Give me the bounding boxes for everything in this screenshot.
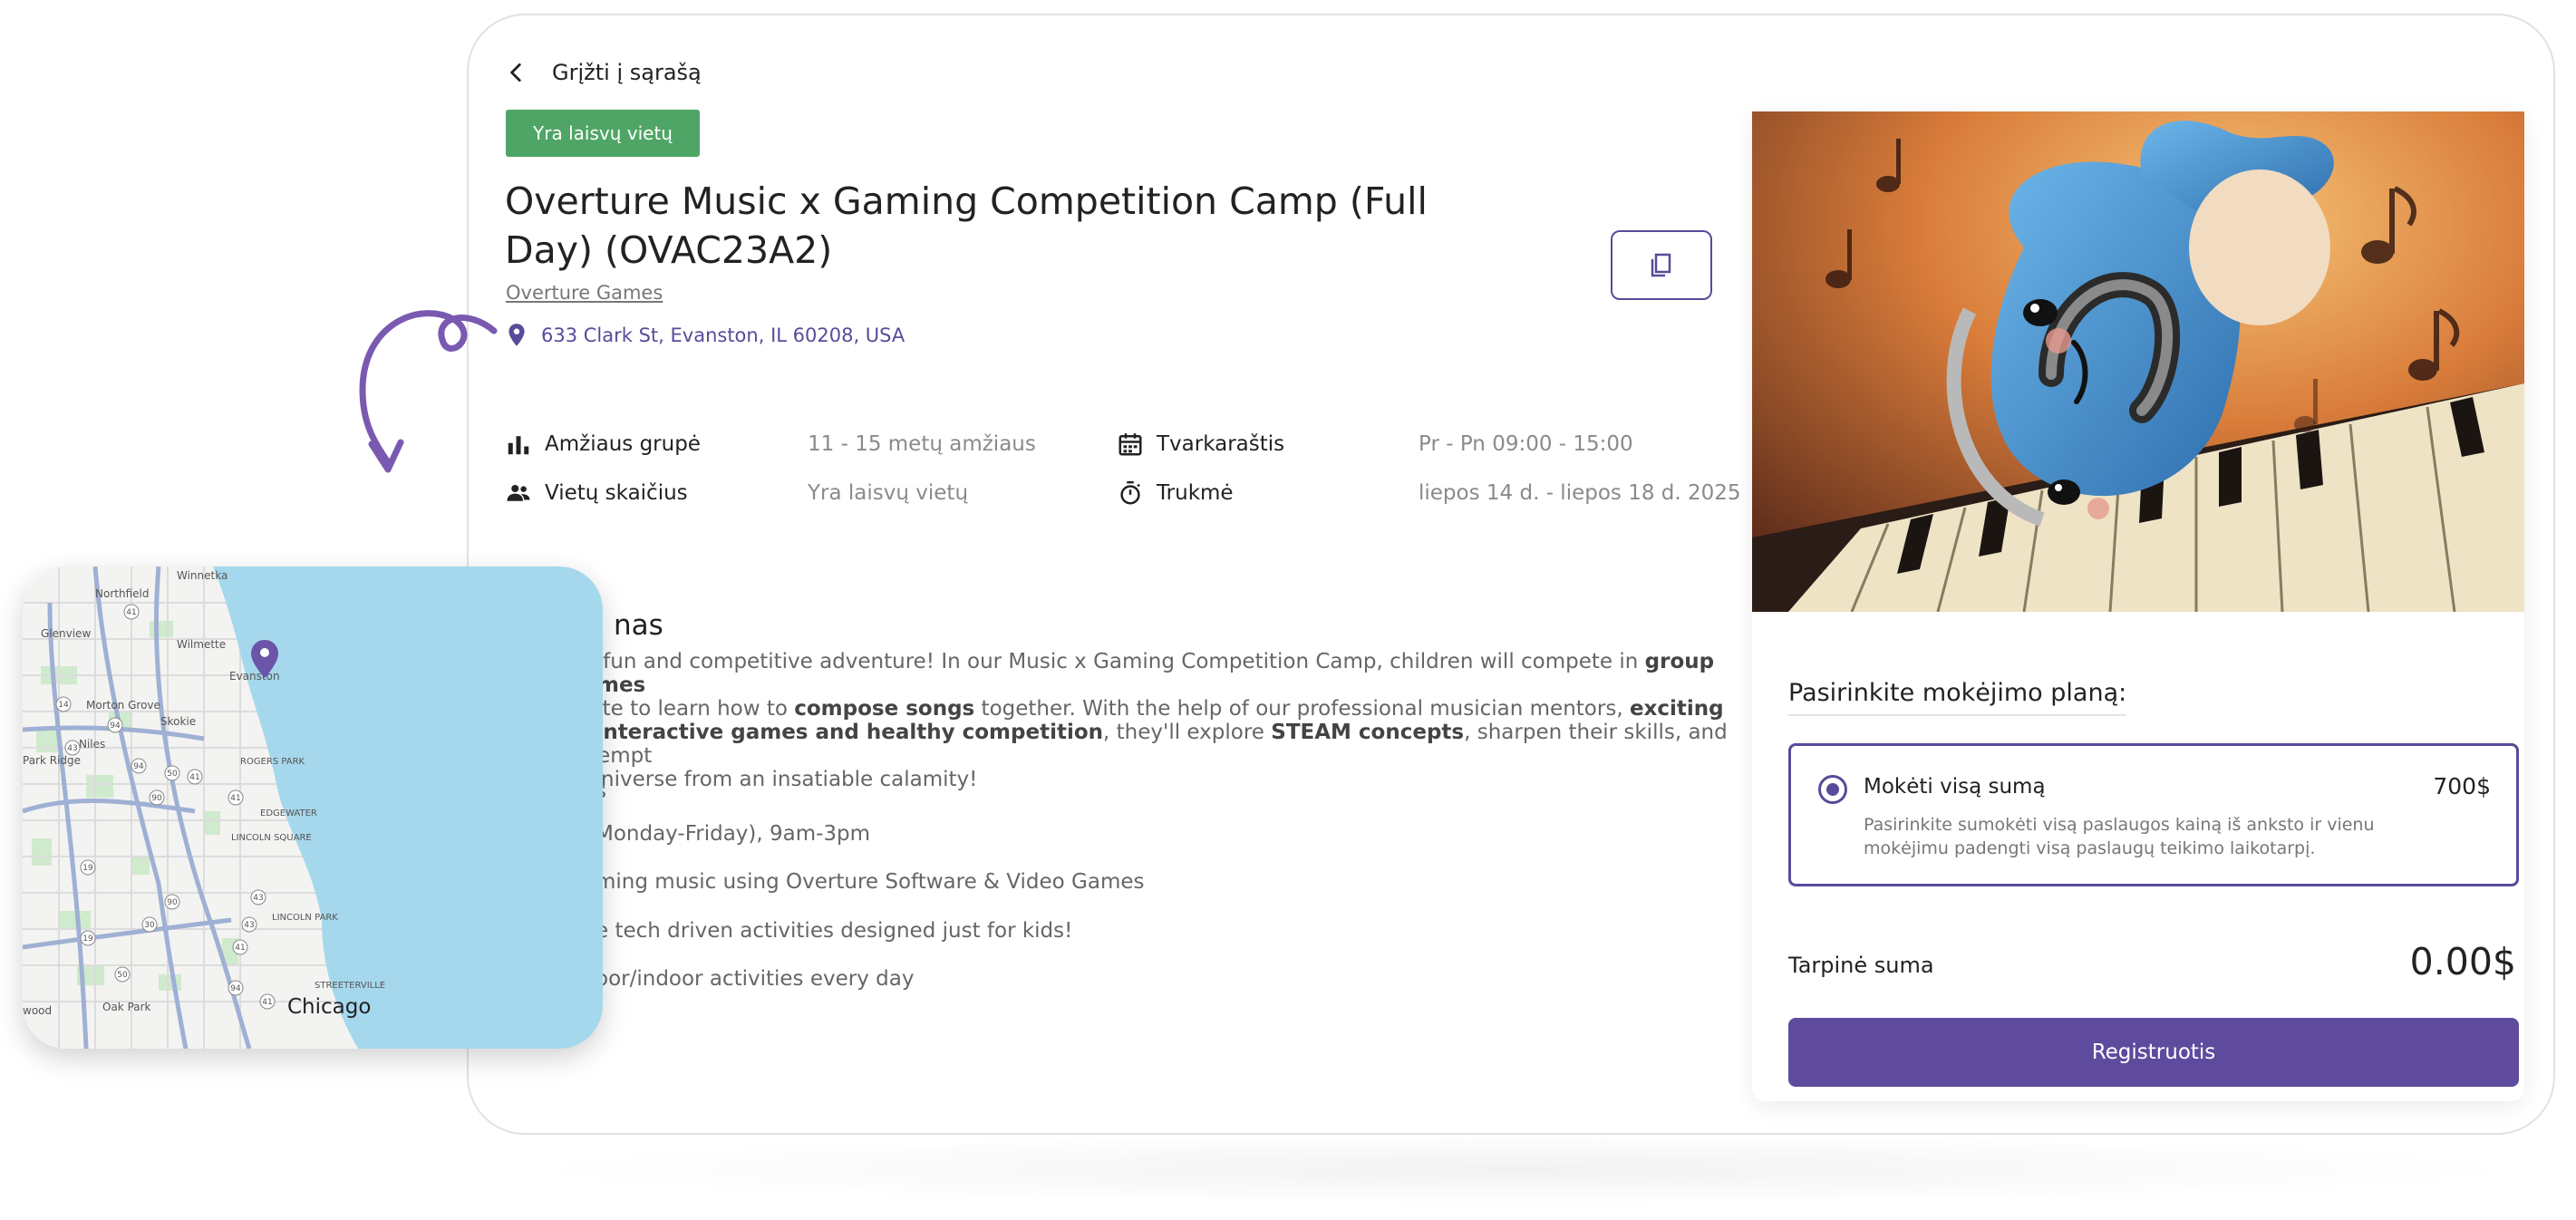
list-item: oor/indoor activities every day: [596, 967, 915, 991]
svg-text:90: 90: [151, 794, 162, 803]
svg-text:30: 30: [144, 921, 155, 930]
seats-label: Vietų skaičius: [505, 479, 688, 507]
curved-arrow-icon: [359, 310, 498, 473]
svg-text:50: 50: [167, 770, 178, 779]
activity-card: Grįžti į sąrašą Yra laisvų vietų Overtur…: [467, 14, 2555, 1135]
location-pin-icon: [508, 324, 525, 346]
map-label: Niles: [79, 738, 105, 750]
duration-value: liepos 14 d. - liepos 18 d. 2025: [1419, 481, 1741, 505]
map-label: STREETERVILLE: [315, 981, 385, 991]
mascot-piano-illustration: [1752, 111, 2524, 612]
desc-line-2: orate to learn how to compose songs toge…: [568, 697, 1724, 721]
map-label: LINCOLN PARK: [272, 913, 338, 923]
bar-chart-icon: [508, 436, 529, 455]
copy-icon: [1651, 253, 1671, 276]
subtotal-label: Tarpinė suma: [1788, 953, 1934, 978]
desc-line-3: s, interactive games and healthy competi…: [568, 721, 1728, 768]
payment-option-description: Pasirinkite sumokėti visą paslaugos kain…: [1864, 815, 2375, 858]
age-group-label: Amžiaus grupė: [505, 431, 701, 458]
map-label: Glenview: [41, 627, 91, 640]
svg-text:43: 43: [253, 894, 263, 903]
back-link[interactable]: Grįžti į sąrašą: [505, 44, 702, 101]
duration-label-text: Trukmė: [1157, 481, 1234, 505]
seats-label-text: Vietų skaičius: [545, 481, 688, 505]
age-label-text: Amžiaus grupė: [545, 432, 701, 456]
svg-text:94: 94: [133, 762, 144, 771]
list-item: Monday-Friday), 9am-3pm: [596, 822, 871, 846]
location-address: 633 Clark St, Evanston, IL 60208, USA: [541, 324, 905, 346]
map-label: Morton Grove: [86, 699, 160, 712]
camp-hero-image: [1752, 111, 2524, 612]
schedule-label: Tvarkaraštis: [1117, 431, 1284, 458]
stopwatch-icon: [1120, 480, 1140, 505]
map-label: LINCOLN SQUARE: [231, 833, 312, 843]
list-item: ming music using Overture Software & Vid…: [596, 870, 1145, 894]
map-label: Skokie: [160, 715, 196, 728]
people-icon: [507, 485, 530, 501]
desc-line-1: r a fun and competitive adventure! In ou…: [568, 650, 1715, 697]
map-label: Winnetka: [177, 569, 228, 582]
seats-value: Yra laisvų vietų: [808, 481, 969, 505]
svg-text:19: 19: [82, 934, 93, 944]
booking-panel: Pasirinkite mokėjimo planą: Mokėti visą …: [1752, 111, 2524, 1101]
age-group-value: 11 - 15 metų amžiaus: [808, 432, 1036, 456]
card-shadow: [508, 1133, 2538, 1205]
subtotal-value: 0.00$: [2409, 940, 2516, 983]
svg-text:50: 50: [117, 971, 128, 980]
back-label: Grįžti į sąrašą: [552, 60, 702, 85]
calendar-icon: [1119, 433, 1142, 456]
payment-option-radio[interactable]: [1818, 775, 1847, 804]
payment-option-full[interactable]: Mokėti visą sumą 700$ Pasirinkite sumokė…: [1788, 743, 2519, 886]
svg-text:41: 41: [262, 998, 272, 1007]
payment-plan-title: Pasirinkite mokėjimo planą:: [1788, 679, 2127, 716]
map-label: ROGERS PARK: [240, 757, 305, 767]
svg-text:41: 41: [189, 773, 199, 782]
svg-text:43: 43: [67, 744, 77, 753]
list-item: e tech driven activities designed just f…: [596, 919, 1073, 943]
location-map[interactable]: Winnetka Northfield Wilmette Glenview Sk…: [23, 566, 603, 1049]
schedule-label-text: Tvarkaraštis: [1157, 432, 1285, 456]
schedule-value: Pr - Pn 09:00 - 15:00: [1419, 432, 1633, 456]
availability-badge: Yra laisvų vietų: [506, 110, 700, 157]
svg-text:94: 94: [110, 721, 121, 731]
map-city-label: Chicago: [287, 995, 371, 1019]
payment-option-price: 700$: [2433, 773, 2491, 799]
map-label: Evanston: [229, 670, 280, 683]
map-label: Northfield: [95, 587, 149, 600]
register-button[interactable]: Registruotis: [1788, 1018, 2519, 1087]
map-graphic: Winnetka Northfield Wilmette Glenview Sk…: [23, 566, 603, 1049]
page-title: Overture Music x Gaming Competition Camp…: [505, 179, 1428, 272]
map-label: wood: [23, 1004, 52, 1017]
svg-text:90: 90: [167, 898, 178, 907]
desc-line-4: e universe from an insatiable calamity!: [568, 768, 978, 791]
svg-text:14: 14: [58, 701, 69, 710]
map-label: Oak Park: [102, 1001, 151, 1013]
page: Grįžti į sąrašą Yra laisvų vietų Overtur…: [0, 0, 2576, 1220]
svg-text:94: 94: [230, 984, 241, 993]
duration-label: Trukmė: [1117, 479, 1234, 507]
location[interactable]: 633 Clark St, Evanston, IL 60208, USA: [505, 322, 905, 349]
description-text: r a fun and competitive adventure! In ou…: [568, 650, 1729, 791]
map-label: EDGEWATER: [260, 808, 317, 818]
svg-text:41: 41: [235, 944, 245, 953]
organizer-link[interactable]: Overture Games: [506, 282, 663, 304]
payment-option-name: Mokėti visą sumą: [1864, 775, 2046, 799]
svg-text:19: 19: [82, 864, 93, 873]
svg-text:41: 41: [126, 608, 136, 617]
map-label: Wilmette: [177, 638, 226, 651]
chevron-left-icon: [510, 63, 521, 82]
map-label: Park Ridge: [23, 754, 81, 767]
copy-button[interactable]: [1611, 230, 1712, 300]
description-title: nas: [614, 609, 663, 642]
svg-text:43: 43: [244, 921, 254, 930]
svg-text:41: 41: [230, 794, 240, 803]
